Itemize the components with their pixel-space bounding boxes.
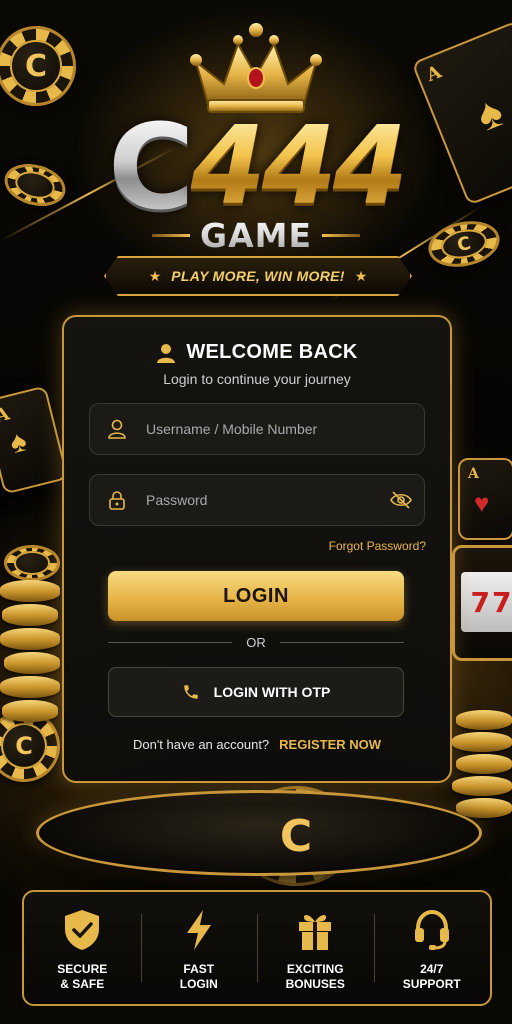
brand-logo: C 444	[84, 102, 428, 232]
shield-check-icon	[65, 910, 100, 950]
star-icon: ★	[354, 267, 368, 284]
casino-chip: C	[0, 26, 76, 106]
lightning-icon	[186, 910, 211, 950]
or-divider: OR	[108, 635, 404, 650]
feature-bonuses: EXCITING BONUSES	[257, 892, 374, 1004]
slot-seven-icon: 7	[470, 585, 490, 619]
casino-chip: C	[236, 786, 356, 886]
password-input[interactable]	[144, 491, 378, 509]
password-field[interactable]	[89, 474, 425, 526]
tagline-text: PLAY MORE, WIN MORE!	[171, 268, 345, 284]
phone-icon	[183, 685, 198, 699]
or-text: OR	[246, 635, 266, 650]
slot-machine: 77	[452, 545, 512, 661]
feature-secure: SECURE & SAFE	[24, 892, 141, 1004]
username-field[interactable]	[89, 403, 425, 455]
star-icon: ★	[148, 267, 162, 284]
no-account-text: Don't have an account?	[132, 737, 270, 752]
login-with-otp-button[interactable]: LOGIN WITH OTP	[108, 667, 404, 717]
gift-icon	[299, 915, 332, 950]
feature-label: SECURE & SAFE	[57, 962, 108, 991]
logo-subtitle-row: GAME	[140, 215, 372, 255]
divider-line	[151, 233, 190, 237]
user-icon	[157, 343, 176, 363]
feature-fast-login: FAST LOGIN	[140, 892, 258, 1004]
login-panel: WELCOME BACK Login to continue your jour…	[62, 315, 452, 783]
welcome-subtitle: Login to continue your journey	[163, 371, 351, 387]
logo-subtitle: GAME	[199, 215, 312, 255]
spade-icon: ♠	[6, 424, 31, 461]
logo-prefix: C	[107, 98, 195, 236]
register-prompt: Don't have an account? REGISTER NOW	[64, 737, 450, 752]
username-input[interactable]	[144, 420, 424, 438]
user-outline-icon	[90, 419, 144, 439]
logo-number: 444	[190, 104, 408, 229]
headset-icon	[414, 909, 449, 950]
eye-off-icon[interactable]	[378, 491, 424, 509]
feature-label: EXCITING BONUSES	[285, 962, 345, 991]
slot-seven-icon: 7	[492, 585, 512, 619]
spade-icon: ♠	[469, 86, 510, 141]
welcome-title: WELCOME BACK	[186, 341, 358, 363]
lock-icon	[90, 490, 144, 510]
feature-label: FAST LOGIN	[179, 962, 218, 991]
heart-icon: ♥	[474, 488, 490, 518]
features-bar: SECURE & SAFE FAST LOGIN EXCITING BONUSE…	[22, 890, 492, 1006]
register-now-link[interactable]: REGISTER NOW	[279, 737, 381, 752]
casino-chip	[4, 545, 60, 581]
feature-support: 24/7 SUPPORT	[373, 892, 491, 1004]
divider-line	[322, 233, 360, 237]
login-button[interactable]: LOGIN	[108, 571, 404, 621]
divider-line	[279, 642, 404, 643]
tagline-banner: ★ PLAY MORE, WIN MORE! ★	[104, 256, 412, 296]
welcome-header: WELCOME BACK	[64, 341, 450, 364]
playing-card: A ♥	[458, 458, 512, 540]
forgot-password-link[interactable]: Forgot Password?	[329, 539, 426, 553]
crown-icon	[190, 23, 322, 113]
casino-chip: C	[0, 710, 60, 782]
otp-button-label: LOGIN WITH OTP	[213, 684, 331, 700]
feature-label: 24/7 SUPPORT	[402, 962, 461, 991]
coin-stack-left	[0, 580, 64, 730]
divider-line	[108, 642, 233, 643]
